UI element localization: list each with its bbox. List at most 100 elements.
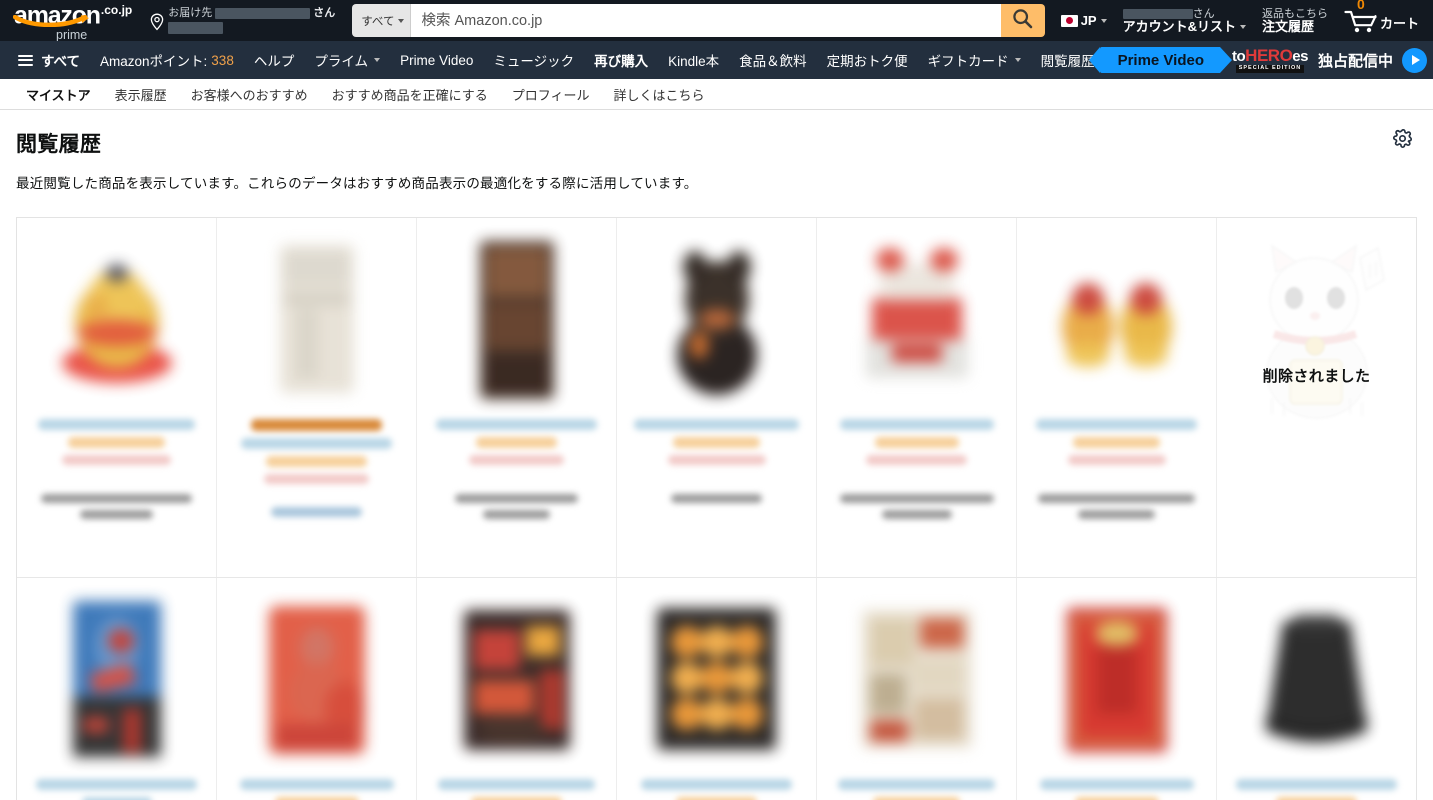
redacted-address — [168, 21, 224, 34]
nav-item-label: ギフトカード — [927, 54, 1009, 69]
product-price-line — [1072, 437, 1161, 448]
nav-item-prime-video[interactable]: Prime Video — [390, 46, 483, 75]
product-meta-line — [667, 455, 766, 465]
subnav-item-improve-recommendations[interactable]: おすすめ商品を正確にする — [322, 81, 498, 108]
product-card[interactable] — [817, 578, 1017, 800]
nav-item-label: Amazonポイント: — [100, 54, 208, 69]
product-image — [1029, 232, 1204, 407]
toheroes-logo: to HERO es SPECIAL EDITION — [1232, 47, 1308, 73]
deleted-product-image: 削除されました — [1242, 238, 1392, 423]
main-navigation-bar: すべて Amazonポイント: 338 ヘルプ プライム Prime Video… — [0, 41, 1433, 79]
nav-item-all-menu[interactable]: すべて — [8, 43, 90, 77]
product-title-line — [1036, 419, 1197, 430]
chevron-down-icon — [1014, 58, 1021, 62]
product-price-line — [874, 437, 959, 448]
product-detail-line — [1078, 510, 1155, 519]
nav-item-music[interactable]: ミュージック — [483, 43, 584, 77]
product-detail-line — [881, 510, 952, 519]
product-detail-line — [839, 494, 994, 503]
nav-item-label: 定期おトク便 — [826, 54, 908, 69]
nav-item-label: 閲覧履歴 — [1040, 54, 1095, 69]
nav-item-label: 食品＆飲料 — [739, 54, 807, 69]
prime-video-promo-banner[interactable]: Prime Video to HERO es SPECIAL EDITION 独占配… — [1088, 41, 1433, 79]
product-meta-line — [62, 455, 171, 465]
product-title-line — [436, 419, 597, 430]
product-detail-line — [455, 494, 578, 503]
product-image — [629, 592, 804, 767]
cart-label: カート — [1379, 16, 1419, 31]
nav-item-amazon-points[interactable]: Amazonポイント: 338 — [90, 43, 244, 77]
product-image — [1029, 592, 1204, 767]
browsing-history-grid: 削除されました — [16, 217, 1417, 800]
search-input[interactable] — [411, 4, 1001, 37]
settings-button[interactable] — [1387, 126, 1417, 156]
product-meta-line — [865, 455, 968, 465]
subnav-item-profile[interactable]: プロフィール — [502, 81, 600, 108]
chevron-down-icon — [398, 18, 405, 23]
subnav-item-learn-more[interactable]: 詳しくはこちら — [604, 81, 715, 108]
product-title-line — [36, 779, 197, 790]
nav-item-food-drink[interactable]: 食品＆飲料 — [729, 43, 817, 77]
product-card[interactable] — [617, 218, 817, 577]
location-pin-icon — [149, 13, 165, 36]
deliver-to-text: お届け先 さん — [168, 7, 335, 34]
nav-item-help[interactable]: ヘルプ — [244, 43, 305, 77]
subnav-item-recommendations[interactable]: お客様へのおすすめ — [181, 81, 318, 108]
product-price-line — [672, 437, 761, 448]
product-meta-line — [264, 474, 369, 484]
chevron-down-icon — [1100, 18, 1107, 23]
language-label: JP — [1081, 13, 1107, 28]
account-and-lists-button[interactable]: さん アカウント&リスト — [1115, 0, 1254, 41]
product-image — [629, 232, 804, 407]
product-card[interactable] — [417, 218, 617, 577]
product-card[interactable] — [17, 578, 217, 800]
nav-item-label: Kindle本 — [668, 54, 720, 69]
amazon-points-value: 338 — [211, 52, 234, 68]
product-image — [1229, 592, 1404, 767]
deliver-to-button[interactable]: お届け先 さん — [144, 0, 344, 42]
nav-item-label: 再び購入 — [594, 54, 649, 69]
deleted-product-card[interactable]: 削除されました — [1217, 218, 1416, 577]
chevron-down-icon — [1239, 24, 1246, 29]
toheroes-logo-subtitle: SPECIAL EDITION — [1235, 65, 1305, 73]
product-card[interactable] — [1017, 578, 1217, 800]
product-card[interactable] — [817, 218, 1017, 577]
search-submit-button[interactable] — [1000, 4, 1045, 37]
product-card[interactable] — [17, 218, 217, 577]
cart-button[interactable]: 0 カート — [1336, 0, 1427, 41]
product-image — [229, 232, 404, 407]
nav-item-buy-again[interactable]: 再び購入 — [584, 43, 658, 77]
orders-button[interactable]: 返品もこちら 注文履歴 — [1254, 0, 1336, 41]
language-selector[interactable]: JP — [1053, 0, 1115, 41]
nav-item-label: プライム — [314, 54, 369, 69]
product-meta-line — [1067, 455, 1166, 465]
grid-row — [17, 578, 1416, 800]
product-card[interactable] — [1017, 218, 1217, 577]
deleted-label: 削除されました — [1262, 368, 1371, 385]
product-card[interactable] — [217, 218, 417, 577]
prime-logo-text: prime — [56, 28, 88, 43]
product-card[interactable] — [617, 578, 817, 800]
deliver-to-label: お届け先 — [168, 7, 213, 20]
subnav-item-my-store[interactable]: マイストア — [16, 81, 101, 108]
product-detail-line — [483, 510, 550, 519]
play-circle-icon[interactable] — [1402, 47, 1427, 73]
product-card[interactable] — [1217, 578, 1416, 800]
japan-flag-icon — [1060, 14, 1078, 27]
page-description: 最近閲覧した商品を表示しています。これらのデータはおすすめ商品表示の最適化をする… — [16, 176, 698, 191]
search-category-dropdown[interactable]: すべて — [352, 4, 412, 37]
product-meta-line — [469, 455, 564, 465]
product-card[interactable] — [417, 578, 617, 800]
product-card[interactable] — [217, 578, 417, 800]
nav-item-label: ヘルプ — [253, 54, 295, 69]
subnav-item-browsing-history[interactable]: 表示履歴 — [105, 81, 177, 108]
product-text-block — [29, 779, 204, 800]
nav-item-prime[interactable]: プライム — [304, 43, 390, 77]
nav-item-subscribe-save[interactable]: 定期おトク便 — [817, 43, 918, 77]
product-badge-line — [250, 419, 383, 431]
product-price-line — [68, 437, 165, 448]
amazon-logo[interactable]: amazon.co.jp prime — [10, 0, 138, 43]
nav-item-kindle-books[interactable]: Kindle本 — [658, 43, 729, 77]
product-title-line — [239, 779, 394, 790]
nav-item-gift-cards[interactable]: ギフトカード — [918, 43, 1031, 77]
